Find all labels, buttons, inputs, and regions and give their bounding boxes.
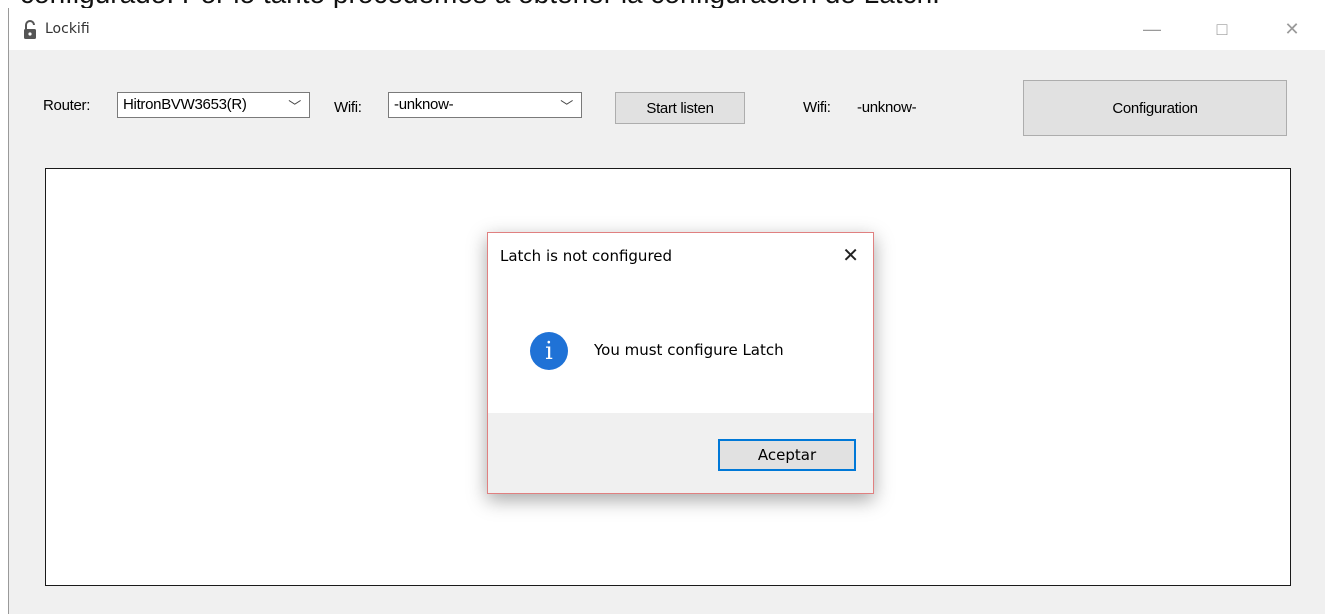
chevron-down-icon: ﹀ xyxy=(288,99,301,114)
start-listen-button[interactable]: Start listen xyxy=(615,92,745,124)
wifi-select-value: -unknow- xyxy=(394,96,454,113)
lock-icon xyxy=(24,20,36,39)
router-label: Router: xyxy=(43,97,91,114)
title-bar: Lockifi — □ ✕ xyxy=(9,8,1325,50)
dialog-message: You must configure Latch xyxy=(594,341,784,359)
wifi-status-label: Wifi: xyxy=(803,99,831,116)
message-dialog: Latch is not configured ✕ i You must con… xyxy=(487,232,874,494)
router-select[interactable]: HitronBVW3653(R) ﹀ xyxy=(117,92,310,118)
window-title: Lockifi xyxy=(45,21,90,37)
info-icon: i xyxy=(530,332,568,370)
minimize-button[interactable]: — xyxy=(1129,8,1175,50)
configuration-button[interactable]: Configuration xyxy=(1023,80,1287,136)
wifi-status-value: -unknow- xyxy=(857,99,917,116)
wifi-select[interactable]: -unknow- ﹀ xyxy=(388,92,582,118)
dialog-title: Latch is not configured xyxy=(500,247,673,265)
router-select-value: HitronBVW3653(R) xyxy=(123,96,247,113)
wifi-label: Wifi: xyxy=(334,99,362,116)
chevron-down-icon: ﹀ xyxy=(560,99,573,114)
maximize-button[interactable]: □ xyxy=(1199,8,1245,50)
dialog-close-button[interactable]: ✕ xyxy=(842,243,859,268)
dialog-footer: Aceptar xyxy=(488,413,873,493)
close-window-button[interactable]: ✕ xyxy=(1269,8,1315,50)
accept-button[interactable]: Aceptar xyxy=(718,439,856,471)
